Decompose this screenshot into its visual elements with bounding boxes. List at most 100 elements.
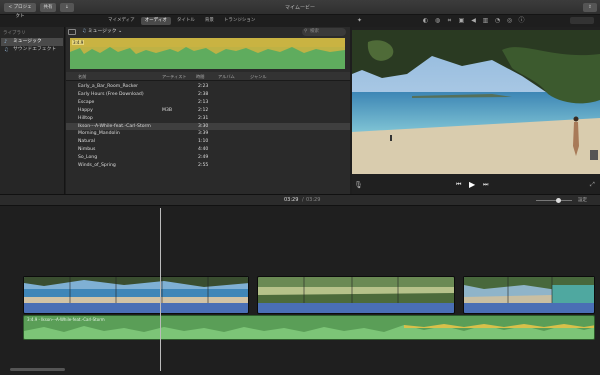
column-header-time[interactable]: 時間 xyxy=(196,74,204,80)
playback-controls: 🎙 ⏮ ▶ ⏭ ⤢ xyxy=(352,178,600,193)
song-duration: 2:13 xyxy=(198,99,209,105)
column-header-genre[interactable]: ジャンル xyxy=(250,74,267,80)
song-row[interactable]: So_Long 2:49 xyxy=(66,154,350,162)
skip-back-icon[interactable]: ⏮ xyxy=(456,181,461,189)
video-clip-1[interactable] xyxy=(23,276,249,314)
song-name: Morning_Mandolin xyxy=(78,131,120,137)
beach-video-frame xyxy=(352,30,600,174)
tab-transitions[interactable]: トランジション xyxy=(220,17,260,25)
video-preview[interactable] xyxy=(352,30,600,174)
background-music-track[interactable]: 3:4.9 - Ikson---A-While-feat.-Carl-Storm xyxy=(23,315,595,340)
song-row[interactable]: Early Hours (Free Download) 2:38 xyxy=(66,91,350,99)
import-button[interactable]: ↓ xyxy=(60,3,74,12)
adjustment-toolbar: ✦ ◐ ◍ ⌗ ▣ ◀ ▥ ◔ ◎ ⓘ xyxy=(352,17,600,27)
color-balance-icon[interactable]: ◐ xyxy=(422,17,429,24)
timeline-scrollbar[interactable] xyxy=(10,368,65,371)
sidebar-toggle-icon[interactable] xyxy=(68,29,76,35)
speed-icon[interactable]: ◔ xyxy=(494,17,501,24)
song-row[interactable]: Winds_of_Spring 2:55 xyxy=(66,162,350,170)
song-name: So_Long xyxy=(78,155,98,161)
music-note-icon: ♪ xyxy=(4,39,8,45)
reset-all-button[interactable] xyxy=(570,17,594,24)
sound-effects-icon: ♫ xyxy=(4,47,9,53)
microphone-icon[interactable]: 🎙 xyxy=(354,181,363,189)
song-row[interactable]: Natural 1:10 xyxy=(66,138,350,146)
song-name: Ikson---A-While-feat.-Carl-Storm xyxy=(78,123,151,129)
clip-audio-waveform xyxy=(464,303,594,313)
sidebar-item-label: ミュージック xyxy=(13,39,42,44)
song-duration: 2:12 xyxy=(198,107,209,113)
song-duration: 4:40 xyxy=(198,147,209,153)
song-duration: 2:38 xyxy=(198,91,209,97)
source-dropdown[interactable]: ♫ ミュージック ⌄ xyxy=(82,28,130,36)
time-separator: / xyxy=(302,197,304,203)
noise-reduction-icon[interactable]: ▥ xyxy=(482,17,489,24)
waveform-duration-label: 3:4.9 xyxy=(72,40,85,45)
color-correction-icon[interactable]: ◍ xyxy=(434,17,441,24)
song-duration: 2:49 xyxy=(198,155,209,161)
play-icon[interactable]: ▶ xyxy=(469,180,475,189)
song-row[interactable]: Hilltop 2:31 xyxy=(66,115,350,123)
song-duration: 2:23 xyxy=(198,84,209,89)
sidebar-item-label: サウンドエフェクト xyxy=(13,47,57,52)
media-tabs: マイメディア オーディオ タイトル 背景 トランジション xyxy=(104,17,261,25)
clip-thumbnails xyxy=(464,277,594,305)
song-name: Hilltop xyxy=(78,115,93,121)
timecode-bar: 03:29 / 03:29 設定 xyxy=(0,194,600,206)
total-time: 03:29 xyxy=(306,197,321,203)
zoom-slider[interactable] xyxy=(536,198,572,203)
song-name: Early_a_Bar_Room_Rocker xyxy=(78,84,139,89)
search-icon: ⚲ xyxy=(304,29,308,34)
song-name: Winds_of_Spring xyxy=(78,163,116,168)
back-to-projects-button[interactable]: < プロジェクト xyxy=(4,3,36,19)
song-duration: 2:55 xyxy=(198,163,209,168)
zoom-slider-knob[interactable] xyxy=(556,198,561,203)
filter-icon[interactable]: ◎ xyxy=(506,17,513,24)
timeline-settings-button[interactable]: 設定 xyxy=(578,197,587,203)
song-artist: M3B xyxy=(162,107,173,113)
clip-thumbnails xyxy=(258,277,454,305)
window-title: マイムービー xyxy=(285,5,315,11)
song-row[interactable]: Happy M3B 2:12 xyxy=(66,107,350,115)
song-row[interactable]: Escape 2:13 xyxy=(66,99,350,107)
video-clip-2[interactable] xyxy=(257,276,455,314)
tab-audio[interactable]: オーディオ xyxy=(140,17,171,25)
sidebar-item-sound-effects[interactable]: ♫ サウンドエフェクト xyxy=(1,46,63,54)
fullscreen-icon[interactable]: ⤢ xyxy=(590,181,595,189)
stabilization-icon[interactable]: ▣ xyxy=(458,17,465,24)
source-dropdown-label: ミュージック xyxy=(87,29,117,34)
info-icon[interactable]: ⓘ xyxy=(518,17,525,24)
crop-icon[interactable]: ⌗ xyxy=(446,17,453,24)
tab-titles[interactable]: タイトル xyxy=(173,17,199,25)
video-clip-3[interactable] xyxy=(463,276,595,314)
library-sidebar: ライブラリ ♪ ミュージック ♫ サウンドエフェクト xyxy=(0,27,65,194)
volume-icon[interactable]: ◀ xyxy=(470,17,477,24)
sidebar-item-music[interactable]: ♪ ミュージック xyxy=(1,38,63,46)
song-name: Natural xyxy=(78,139,95,145)
skip-forward-icon[interactable]: ⏭ xyxy=(483,181,488,189)
song-name: Early Hours (Free Download) xyxy=(78,91,144,97)
audio-waveform-preview[interactable]: 3:4.9 xyxy=(70,38,345,69)
column-header-album[interactable]: アルバム xyxy=(218,74,235,80)
song-row[interactable]: Ikson---A-While-feat.-Carl-Storm 3:30 xyxy=(66,122,350,131)
song-name: Nimbus xyxy=(78,147,96,153)
chevron-down-icon: ⌄ xyxy=(118,29,123,34)
music-waveform xyxy=(24,324,594,339)
column-header-name[interactable]: 名前 xyxy=(78,74,86,80)
clip-thumbnails xyxy=(24,277,248,305)
current-time: 03:29 xyxy=(284,197,299,203)
share-media-button[interactable]: 共有 xyxy=(40,3,56,12)
column-header-artist[interactable]: アーティスト xyxy=(162,74,187,80)
clip-audio-waveform xyxy=(24,303,248,313)
tab-backgrounds[interactable]: 背景 xyxy=(201,17,218,25)
song-row[interactable]: Morning_Mandolin 3:39 xyxy=(66,130,350,138)
playhead[interactable] xyxy=(160,208,161,371)
song-table-header: 名前 アーティスト 時間 アルバム ジャンル xyxy=(66,72,350,81)
song-row[interactable]: Nimbus 4:40 xyxy=(66,146,350,154)
export-icon[interactable]: ⇪ xyxy=(583,3,597,12)
magic-wand-icon[interactable]: ✦ xyxy=(356,17,363,24)
tab-my-media[interactable]: マイメディア xyxy=(104,17,139,25)
song-row[interactable]: Early_a_Bar_Room_Rocker 2:23 xyxy=(66,83,350,91)
search-field[interactable]: ⚲ 検索 xyxy=(302,28,346,36)
title-bar: < プロジェクト 共有 ↓ マイムービー ⇪ xyxy=(0,0,600,19)
